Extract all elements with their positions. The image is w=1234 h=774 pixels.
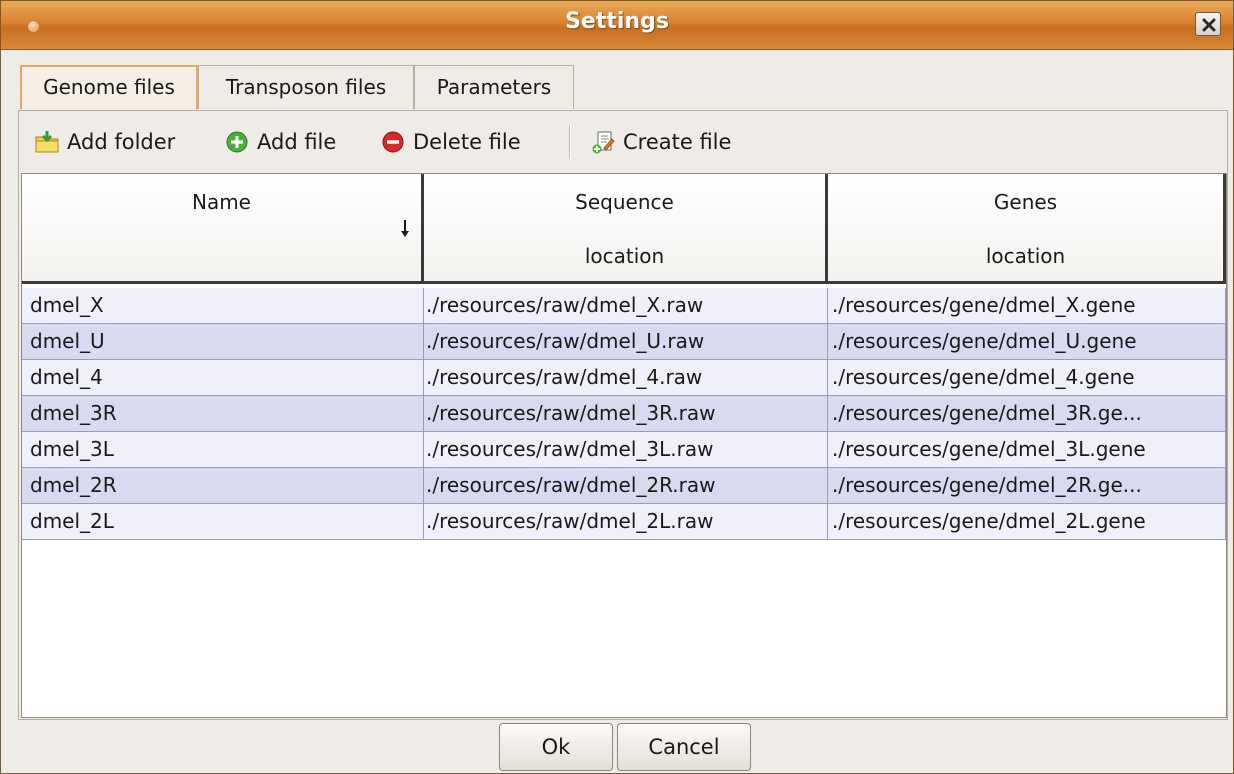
create-file-icon: [592, 131, 615, 154]
close-icon: [1202, 18, 1216, 32]
add-icon: [226, 131, 248, 153]
table-row[interactable]: dmel_2R ./resources/raw/dmel_2R.raw ./re…: [22, 468, 1226, 504]
window-title: Settings: [565, 9, 669, 34]
add-folder-icon: [35, 131, 59, 153]
cell-name: dmel_3R: [22, 396, 424, 431]
column-header-sequence-location[interactable]: Sequence location: [424, 174, 828, 284]
table-row[interactable]: dmel_X ./resources/raw/dmel_X.raw ./reso…: [22, 288, 1226, 324]
cell-name: dmel_2R: [22, 468, 424, 503]
create-file-label: Create file: [623, 130, 732, 154]
tab-panel-genome-files: Add folder Add file Delete file Create f…: [18, 110, 1228, 720]
cell-name: dmel_4: [22, 360, 424, 395]
cell-genes-location: ./resources/gene/dmel_2R.ge...: [828, 468, 1226, 503]
tab-transposon-files[interactable]: Transposon files: [198, 65, 414, 109]
cancel-button[interactable]: Cancel: [617, 723, 751, 771]
cell-name: dmel_X: [22, 288, 424, 323]
toolbar: Add folder Add file Delete file Create f…: [19, 111, 1227, 171]
settings-dialog: Settings Genome files Transposon files P…: [0, 0, 1234, 774]
table-row[interactable]: dmel_U ./resources/raw/dmel_U.raw ./reso…: [22, 324, 1226, 360]
cell-sequence-location: ./resources/raw/dmel_4.raw: [424, 360, 828, 395]
table-row[interactable]: dmel_4 ./resources/raw/dmel_4.raw ./reso…: [22, 360, 1226, 396]
cell-genes-location: ./resources/gene/dmel_U.gene: [828, 324, 1226, 359]
cell-sequence-location: ./resources/raw/dmel_X.raw: [424, 288, 828, 323]
column-header-label: Sequence: [575, 190, 674, 214]
column-header-label: Genes: [993, 190, 1058, 214]
cell-genes-location: ./resources/gene/dmel_4.gene: [828, 360, 1226, 395]
column-header-label: location: [584, 244, 665, 268]
cell-genes-location: ./resources/gene/dmel_2L.gene: [828, 504, 1226, 539]
table-header: Name Sequence location Genes location: [22, 174, 1226, 286]
remove-icon: [382, 131, 404, 153]
cell-sequence-location: ./resources/raw/dmel_2L.raw: [424, 504, 828, 539]
cell-name: dmel_2L: [22, 504, 424, 539]
cell-name: dmel_3L: [22, 432, 424, 467]
close-button[interactable]: [1195, 12, 1221, 36]
table-row[interactable]: dmel_3R ./resources/raw/dmel_3R.raw ./re…: [22, 396, 1226, 432]
column-header-genes-location[interactable]: Genes location: [828, 174, 1226, 284]
toolbar-separator: [569, 125, 571, 159]
table-row[interactable]: dmel_3L ./resources/raw/dmel_3L.raw ./re…: [22, 432, 1226, 468]
column-header-name[interactable]: Name: [22, 174, 424, 284]
cell-sequence-location: ./resources/raw/dmel_2R.raw: [424, 468, 828, 503]
tab-parameters[interactable]: Parameters: [414, 65, 574, 109]
tab-genome-files[interactable]: Genome files: [20, 65, 198, 109]
title-bar[interactable]: Settings: [1, 1, 1233, 50]
cell-genes-location: ./resources/gene/dmel_3L.gene: [828, 432, 1226, 467]
cell-sequence-location: ./resources/raw/dmel_3L.raw: [424, 432, 828, 467]
ok-button[interactable]: Ok: [499, 723, 613, 771]
column-header-label: location: [985, 244, 1066, 268]
add-folder-label: Add folder: [67, 130, 176, 154]
delete-file-label: Delete file: [413, 130, 521, 154]
add-file-label: Add file: [257, 130, 337, 154]
cell-name: dmel_U: [22, 324, 424, 359]
genome-files-table: Name Sequence location Genes location dm…: [21, 173, 1227, 718]
cell-sequence-location: ./resources/raw/dmel_U.raw: [424, 324, 828, 359]
cell-genes-location: ./resources/gene/dmel_X.gene: [828, 288, 1226, 323]
cell-sequence-location: ./resources/raw/dmel_3R.raw: [424, 396, 828, 431]
sort-descending-icon: [401, 220, 409, 237]
table-row[interactable]: dmel_2L ./resources/raw/dmel_2L.raw ./re…: [22, 504, 1226, 540]
column-header-label: Name: [191, 190, 251, 214]
cell-genes-location: ./resources/gene/dmel_3R.ge...: [828, 396, 1226, 431]
